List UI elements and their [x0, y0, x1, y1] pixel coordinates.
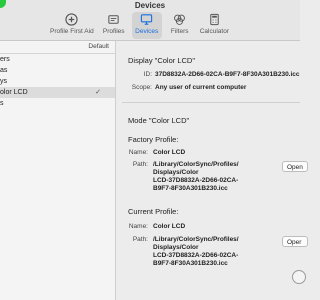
- factory-path-value: /Library/ColorSync/Profiles/ Displays/Co…: [153, 161, 239, 193]
- device-list-item-color-lcd[interactable]: olor LCD ✓: [0, 87, 115, 98]
- display-scope-row: Scope: Any user of current computer: [116, 84, 300, 93]
- toolbar-profile-first-aid[interactable]: Profile First Aid: [48, 12, 96, 39]
- factory-name-value: Color LCD: [153, 149, 186, 156]
- factory-name-row: Name: Color LCD: [116, 149, 300, 158]
- toolbar-label: Filters: [170, 28, 189, 35]
- current-path-value: /Library/ColorSync/Profiles/ Displays/Co…: [153, 236, 239, 268]
- path-line: B9F7-8F30A301B230.icc: [153, 260, 228, 267]
- calculator-icon: [210, 13, 219, 26]
- device-list-header: Default: [0, 41, 115, 54]
- path-line: LCD-37D8832A-2D66-02CA-: [153, 177, 239, 184]
- section-divider: [122, 102, 300, 103]
- path-line: Displays/Color: [153, 244, 199, 251]
- toolbar-calculator[interactable]: Calculator: [198, 12, 231, 39]
- path-line: LCD-37D8832A-2D66-02CA-: [153, 252, 239, 259]
- checkmark-icon: ✓: [95, 89, 101, 96]
- path-line: /Library/ColorSync/Profiles/: [153, 161, 239, 168]
- device-list-item-label: ers: [0, 56, 10, 63]
- info-circle-icon[interactable]: [292, 270, 306, 284]
- default-column-header: Default: [88, 43, 109, 50]
- device-list-item-label: olor LCD: [0, 89, 28, 96]
- toolbar-profiles[interactable]: Profiles: [99, 12, 129, 39]
- id-value: 37D8832A-2D66-02CA-B9F7-8F30A301B230.icc: [155, 71, 300, 78]
- device-list-item[interactable]: as: [0, 65, 115, 76]
- device-list-item-label: ys: [0, 78, 7, 85]
- display-id-row: ID: 37D8832A-2D66-02CA-B9F7-8F30A301B230…: [116, 71, 300, 80]
- mode-title: Mode "Color LCD": [128, 116, 190, 125]
- current-name-row: Name: Color LCD: [116, 223, 300, 232]
- id-label: ID:: [143, 71, 152, 78]
- device-list-sidebar: Default ers as ys olor LCD ✓ s: [0, 41, 116, 300]
- path-line: Displays/Color: [153, 169, 199, 176]
- toolbar-filters[interactable]: Filters: [165, 12, 195, 39]
- current-name-value: Color LCD: [153, 223, 186, 230]
- path-line: /Library/ColorSync/Profiles/: [153, 236, 239, 243]
- device-list-item[interactable]: s: [0, 98, 115, 109]
- device-list-item-label: as: [0, 67, 8, 74]
- path-line: B9F7-8F30A301B230.icc: [153, 185, 228, 192]
- device-list-item[interactable]: ys: [0, 76, 115, 87]
- device-list-item-label: s: [0, 100, 4, 107]
- current-path-row: Path: /Library/ColorSync/Profiles/ Displ…: [116, 236, 300, 276]
- factory-profile-title: Factory Profile:: [128, 135, 179, 144]
- device-detail-panel: Display "Color LCD" ID: 37D8832A-2D66-02…: [116, 41, 308, 300]
- path-label: Path:: [132, 236, 148, 243]
- toolbar-devices[interactable]: Devices: [131, 12, 162, 39]
- monitor-icon: [141, 14, 153, 25]
- toolbar-label: Devices: [135, 28, 159, 35]
- display-title: Display "Color LCD": [128, 56, 196, 65]
- current-open-button[interactable]: Oper: [282, 236, 308, 247]
- toolbar: Profile First Aid Profiles Devices Filte…: [48, 12, 231, 39]
- device-list-item[interactable]: ers: [0, 54, 115, 65]
- filters-icon: [174, 14, 186, 25]
- name-label: Name:: [128, 149, 148, 156]
- scope-value: Any user of current computer: [155, 84, 247, 91]
- factory-open-button[interactable]: Open: [282, 161, 308, 172]
- toolbar-label: Calculator: [199, 28, 229, 35]
- path-label: Path:: [132, 161, 148, 168]
- name-label: Name:: [128, 223, 148, 230]
- scope-label: Scope:: [131, 84, 152, 91]
- toolbar-label: Profile First Aid: [50, 28, 94, 35]
- factory-path-row: Path: /Library/ColorSync/Profiles/ Displ…: [116, 161, 300, 201]
- current-profile-title: Current Profile:: [128, 207, 179, 216]
- window-title: Devices: [134, 1, 166, 10]
- profiles-icon: [108, 15, 119, 24]
- toolbar-label: Profiles: [102, 28, 125, 35]
- plus-circle-icon: [65, 13, 78, 26]
- window-titlebar: Devices Profile First Aid Profiles Devic…: [0, 0, 300, 41]
